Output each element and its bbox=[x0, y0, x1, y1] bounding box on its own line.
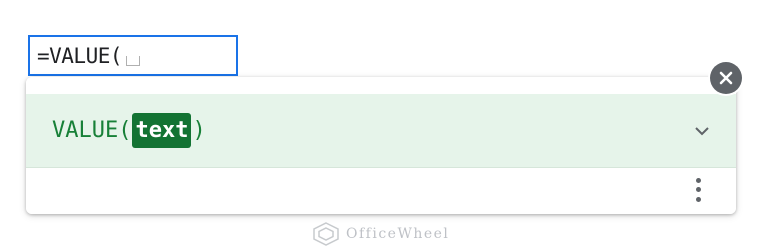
space-hint-icon bbox=[126, 55, 141, 66]
more-vert-icon[interactable] bbox=[691, 173, 705, 207]
close-paren: ) bbox=[192, 118, 206, 143]
function-name: VALUE bbox=[52, 118, 119, 143]
close-icon[interactable] bbox=[710, 62, 742, 94]
active-parameter: text bbox=[132, 113, 192, 148]
function-signature: VALUE ( text ) bbox=[52, 113, 206, 148]
cell-formula-editor[interactable]: =VALUE( bbox=[28, 35, 238, 76]
watermark-text: OfficeWheel bbox=[346, 226, 450, 242]
formula-help-popup: VALUE ( text ) bbox=[26, 77, 736, 214]
open-paren: ( bbox=[118, 118, 132, 143]
watermark-logo-icon bbox=[313, 222, 339, 246]
watermark: OfficeWheel bbox=[312, 222, 449, 246]
formula-text: =VALUE( bbox=[37, 43, 123, 68]
popup-footer bbox=[26, 168, 736, 214]
function-signature-row[interactable]: VALUE ( text ) bbox=[26, 94, 736, 168]
chevron-down-icon[interactable] bbox=[692, 121, 712, 141]
